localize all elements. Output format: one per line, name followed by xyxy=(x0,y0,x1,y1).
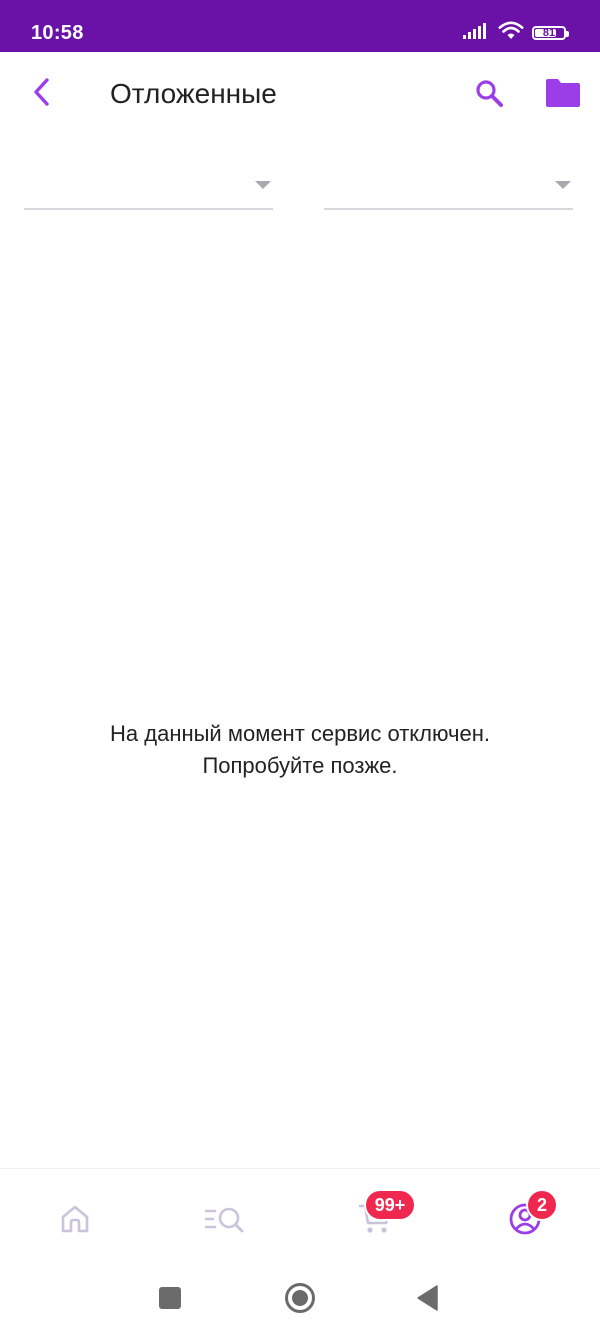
back-system-button[interactable] xyxy=(408,1280,448,1320)
message-line-2: Попробуйте позже. xyxy=(202,753,398,778)
status-time: 10:58 xyxy=(31,22,84,44)
circle-icon xyxy=(284,1282,316,1319)
page-title: Отложенные xyxy=(110,78,277,109)
bottom-navigation: 99+ 2 xyxy=(0,1168,600,1269)
app-bar: Отложенные xyxy=(0,52,600,138)
filter-dropdown-left[interactable] xyxy=(24,164,273,210)
folder-icon xyxy=(545,78,581,113)
service-unavailable-message: На данный момент сервис отключен. Попроб… xyxy=(0,718,600,782)
screen: 10:58 81 Отложенные На данный момент сер… xyxy=(0,0,600,1332)
filter-dropdown-right[interactable] xyxy=(324,164,573,210)
search-icon xyxy=(474,78,504,113)
profile-badge: 2 xyxy=(526,1189,558,1221)
catalog-search-icon xyxy=(204,1203,246,1240)
back-button[interactable] xyxy=(22,74,62,114)
search-button[interactable] xyxy=(468,74,510,116)
nav-item-home[interactable] xyxy=(45,1199,105,1243)
signal-icon xyxy=(462,22,490,45)
battery-icon: 81 xyxy=(532,26,569,40)
triangle-back-icon xyxy=(416,1284,440,1316)
dropdown-arrow-icon xyxy=(255,181,271,189)
cart-badge: 99+ xyxy=(364,1189,416,1221)
system-navigation xyxy=(0,1268,600,1332)
wifi-icon xyxy=(498,21,524,46)
battery-tip xyxy=(566,31,569,37)
home-icon xyxy=(59,1203,91,1240)
dropdown-arrow-icon xyxy=(555,181,571,189)
status-bar: 10:58 81 xyxy=(0,0,600,52)
home-button[interactable] xyxy=(280,1280,320,1320)
battery-text: 81 xyxy=(542,26,556,39)
chevron-left-icon xyxy=(30,77,54,112)
message-line-1: На данный момент сервис отключен. xyxy=(110,721,490,746)
status-icons: 81 xyxy=(462,21,569,46)
recent-apps-button[interactable] xyxy=(150,1280,190,1320)
square-icon xyxy=(158,1286,182,1315)
nav-item-catalog[interactable] xyxy=(195,1199,255,1243)
folder-button[interactable] xyxy=(542,74,584,116)
